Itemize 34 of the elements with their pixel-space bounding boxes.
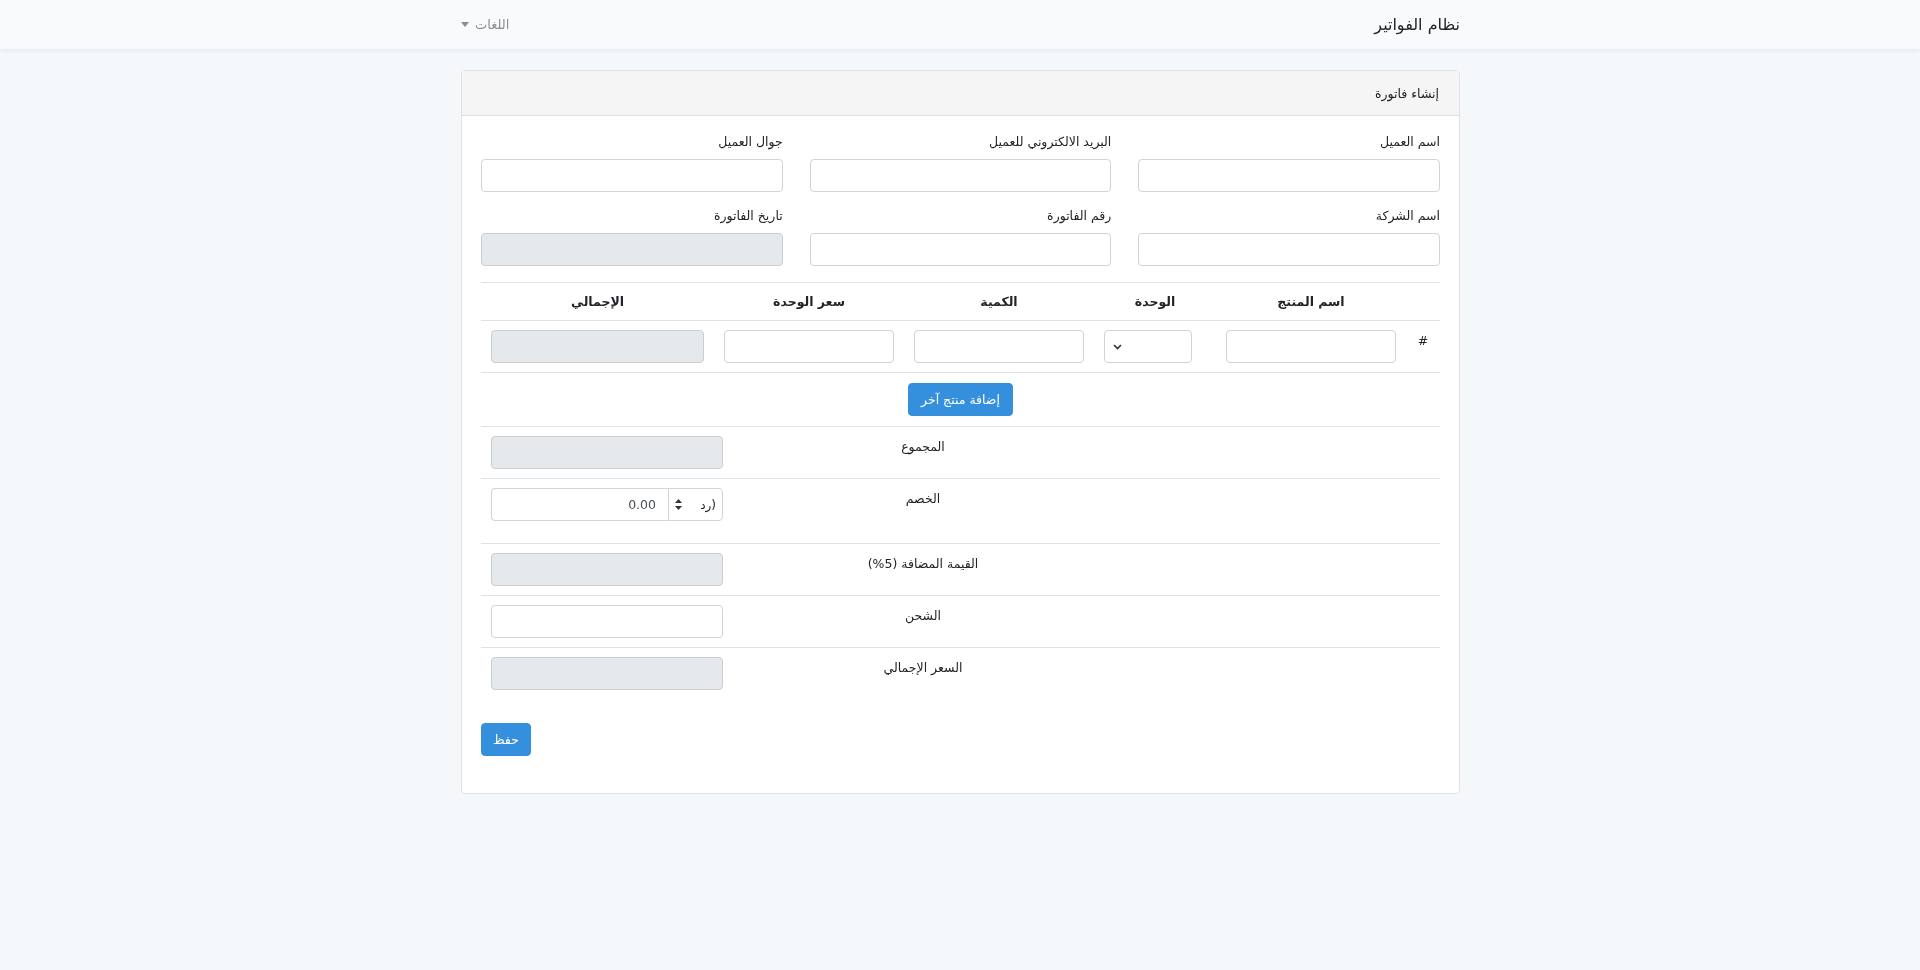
field-label: اسم العميل — [1378, 134, 1440, 149]
column-header: الكمية — [980, 294, 1018, 309]
row-number: # — [1417, 333, 1429, 348]
input-field[interactable] — [809, 233, 1112, 266]
field-label: اسم الشركة — [1374, 208, 1440, 223]
total-label: الشحن — [904, 607, 942, 626]
up-down-icon — [675, 499, 682, 510]
input-field[interactable] — [809, 159, 1112, 192]
total-label: السعر الإجمالي — [882, 659, 964, 677]
field-label: رقم الفاتورة — [1046, 208, 1112, 223]
card-title: إنشاء فاتورة — [1374, 85, 1439, 101]
app-title[interactable]: نظام الفواتير — [1374, 15, 1460, 34]
currency-dropdown[interactable]: (رد — [668, 488, 723, 521]
caret-icon — [461, 22, 469, 27]
total-label: المجموع — [900, 438, 946, 457]
input-field[interactable] — [914, 330, 1084, 363]
column-header: الإجمالي — [571, 294, 624, 309]
unit-dropdown[interactable] — [1104, 330, 1192, 363]
input-field[interactable] — [491, 605, 723, 638]
field-label: جوال العميل — [717, 134, 783, 149]
total-label: الخصم — [904, 490, 942, 508]
column-header: اسم المنتج — [1277, 294, 1345, 309]
input-field[interactable] — [1226, 330, 1396, 363]
column-header: الوحدة — [1134, 294, 1176, 309]
field-label: تاريخ الفاتورة — [712, 208, 783, 223]
total-label: القيمة المضافة (5%) — [866, 555, 980, 573]
chevron-down-icon — [1113, 343, 1122, 350]
input-field[interactable] — [724, 330, 894, 363]
input-field[interactable] — [481, 159, 783, 192]
column-header: سعر الوحدة — [773, 294, 845, 309]
input-field[interactable] — [1138, 233, 1440, 266]
discount-field[interactable]: 0.00 — [491, 488, 668, 521]
input-field[interactable] — [1138, 159, 1440, 192]
field-label: البريد الالكتروني للعميل — [988, 134, 1112, 149]
